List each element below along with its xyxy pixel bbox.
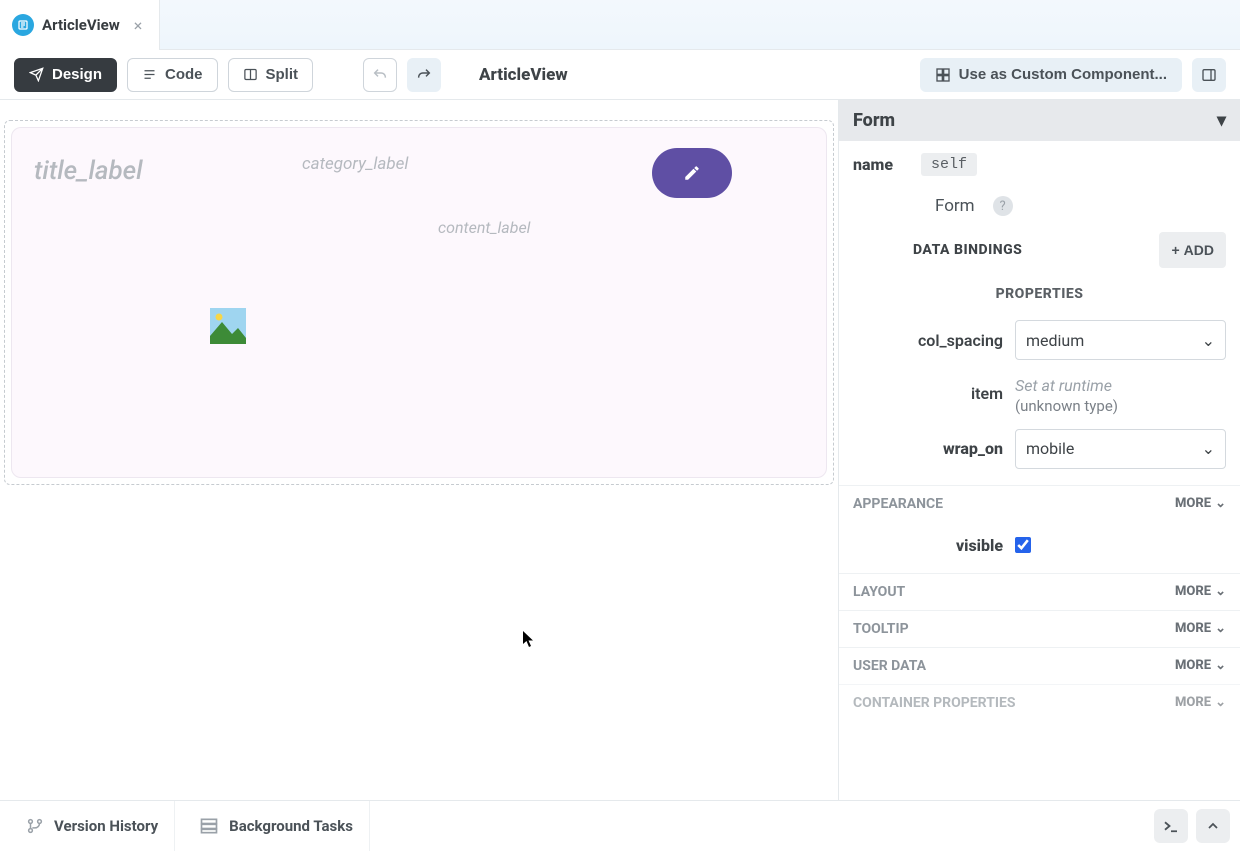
- redo-button[interactable]: [407, 58, 441, 92]
- chevron-up-icon: [1205, 818, 1221, 834]
- container-properties-section[interactable]: CONTAINER PROPERTIES MORE⌄: [839, 684, 1240, 721]
- footer-bar: Version History Background Tasks: [0, 800, 1240, 850]
- properties-heading: PROPERTIES: [839, 274, 1240, 306]
- paper-plane-icon: [29, 67, 44, 82]
- image-placeholder[interactable]: [210, 308, 246, 344]
- form-container[interactable]: title_label category_label content_label: [11, 127, 827, 478]
- console-button[interactable]: [1154, 809, 1188, 843]
- wrap-on-value: mobile: [1026, 439, 1074, 458]
- version-history-tab[interactable]: Version History: [10, 801, 175, 851]
- code-label: Code: [165, 66, 203, 83]
- caret-down-icon: ▾: [1217, 110, 1226, 131]
- category-label-placeholder[interactable]: category_label: [302, 154, 408, 174]
- col-spacing-select[interactable]: medium ⌄: [1015, 320, 1226, 360]
- wrap-on-label: wrap_on: [853, 439, 1003, 458]
- component-type-label: Form: [935, 196, 975, 216]
- chevrons-down-icon: ⌄: [1215, 658, 1226, 673]
- properties-header[interactable]: Form ▾: [839, 100, 1240, 141]
- pencil-icon: [683, 164, 701, 182]
- design-label: Design: [52, 66, 102, 83]
- help-icon[interactable]: ?: [993, 196, 1013, 216]
- wrap-on-select[interactable]: mobile ⌄: [1015, 429, 1226, 469]
- tab-bar: ArticleView ×: [0, 0, 1240, 50]
- code-tab-button[interactable]: Code: [127, 58, 218, 92]
- tab-articleview[interactable]: ArticleView ×: [0, 0, 160, 50]
- toolbar: Design Code Split ArticleView Use as Cus…: [0, 50, 1240, 100]
- item-label: item: [853, 376, 1003, 403]
- item-value-line1: Set at runtime: [1015, 376, 1226, 397]
- name-label: name: [853, 155, 909, 174]
- add-label: ADD: [1184, 242, 1214, 258]
- chevrons-down-icon: ⌄: [1215, 621, 1226, 636]
- edit-button[interactable]: [652, 148, 732, 198]
- background-tasks-tab[interactable]: Background Tasks: [183, 801, 370, 851]
- design-tab-button[interactable]: Design: [14, 58, 117, 92]
- list-icon: [142, 67, 157, 82]
- tooltip-label: TOOLTIP: [853, 621, 909, 637]
- col-spacing-value: medium: [1026, 331, 1084, 350]
- chevron-down-icon: ⌄: [1202, 439, 1215, 458]
- split-label: Split: [266, 66, 299, 83]
- tooltip-more[interactable]: MORE⌄: [1175, 621, 1226, 636]
- tooltip-section[interactable]: TOOLTIP MORE⌄: [839, 610, 1240, 647]
- title-label-placeholder[interactable]: title_label: [34, 156, 143, 186]
- component-icon: [12, 14, 34, 36]
- component-bounds[interactable]: title_label category_label content_label: [4, 120, 834, 485]
- use-custom-label: Use as Custom Component...: [959, 66, 1167, 83]
- design-canvas[interactable]: title_label category_label content_label: [0, 100, 838, 800]
- layout-label: LAYOUT: [853, 584, 905, 600]
- stack-icon: [199, 816, 219, 836]
- appearance-more[interactable]: MORE⌄: [1175, 496, 1226, 511]
- user-data-more[interactable]: MORE⌄: [1175, 658, 1226, 673]
- component-square-icon: [935, 67, 951, 83]
- expand-panel-button[interactable]: [1196, 809, 1230, 843]
- layout-section[interactable]: LAYOUT MORE⌄: [839, 573, 1240, 610]
- split-tab-button[interactable]: Split: [228, 58, 314, 92]
- layout-more[interactable]: MORE⌄: [1175, 584, 1226, 599]
- appearance-section[interactable]: APPEARANCE MORE⌄: [839, 485, 1240, 522]
- terminal-icon: [1162, 817, 1180, 835]
- undo-button[interactable]: [363, 58, 397, 92]
- user-data-label: USER DATA: [853, 658, 926, 674]
- close-icon[interactable]: ×: [134, 16, 143, 35]
- redo-icon: [416, 67, 432, 83]
- container-label: CONTAINER PROPERTIES: [853, 695, 1016, 711]
- col-spacing-label: col_spacing: [853, 331, 1003, 350]
- chevrons-down-icon: ⌄: [1215, 496, 1226, 511]
- undo-icon: [372, 67, 388, 83]
- properties-header-title: Form: [853, 110, 895, 131]
- tab-title: ArticleView: [42, 16, 120, 34]
- user-data-section[interactable]: USER DATA MORE⌄: [839, 647, 1240, 684]
- plus-icon: +: [1171, 242, 1179, 258]
- chevron-down-icon: ⌄: [1202, 331, 1215, 350]
- columns-icon: [1201, 67, 1217, 83]
- add-binding-button[interactable]: + ADD: [1159, 232, 1226, 268]
- chevrons-down-icon: ⌄: [1215, 584, 1226, 599]
- data-bindings-heading: DATA BINDINGS: [913, 242, 1022, 258]
- visible-label: visible: [853, 536, 1003, 555]
- appearance-label: APPEARANCE: [853, 496, 943, 512]
- properties-panel: Form ▾ name self Form ? DATA BINDINGS + …: [838, 100, 1240, 800]
- split-icon: [243, 67, 258, 82]
- version-history-label: Version History: [54, 817, 158, 835]
- background-tasks-label: Background Tasks: [229, 817, 353, 835]
- git-branch-icon: [26, 817, 44, 835]
- layout-toggle-button[interactable]: [1192, 58, 1226, 92]
- content-label-placeholder[interactable]: content_label: [438, 218, 530, 237]
- main: title_label category_label content_label…: [0, 100, 1240, 800]
- page-title[interactable]: ArticleView: [479, 65, 568, 85]
- mouse-cursor: [522, 630, 536, 648]
- item-value-line2: (unknown type): [1015, 397, 1226, 415]
- chevrons-down-icon: ⌄: [1215, 695, 1226, 710]
- visible-checkbox[interactable]: [1015, 537, 1031, 553]
- container-more[interactable]: MORE⌄: [1175, 695, 1226, 710]
- name-value[interactable]: self: [921, 153, 977, 176]
- use-custom-component-button[interactable]: Use as Custom Component...: [920, 58, 1182, 92]
